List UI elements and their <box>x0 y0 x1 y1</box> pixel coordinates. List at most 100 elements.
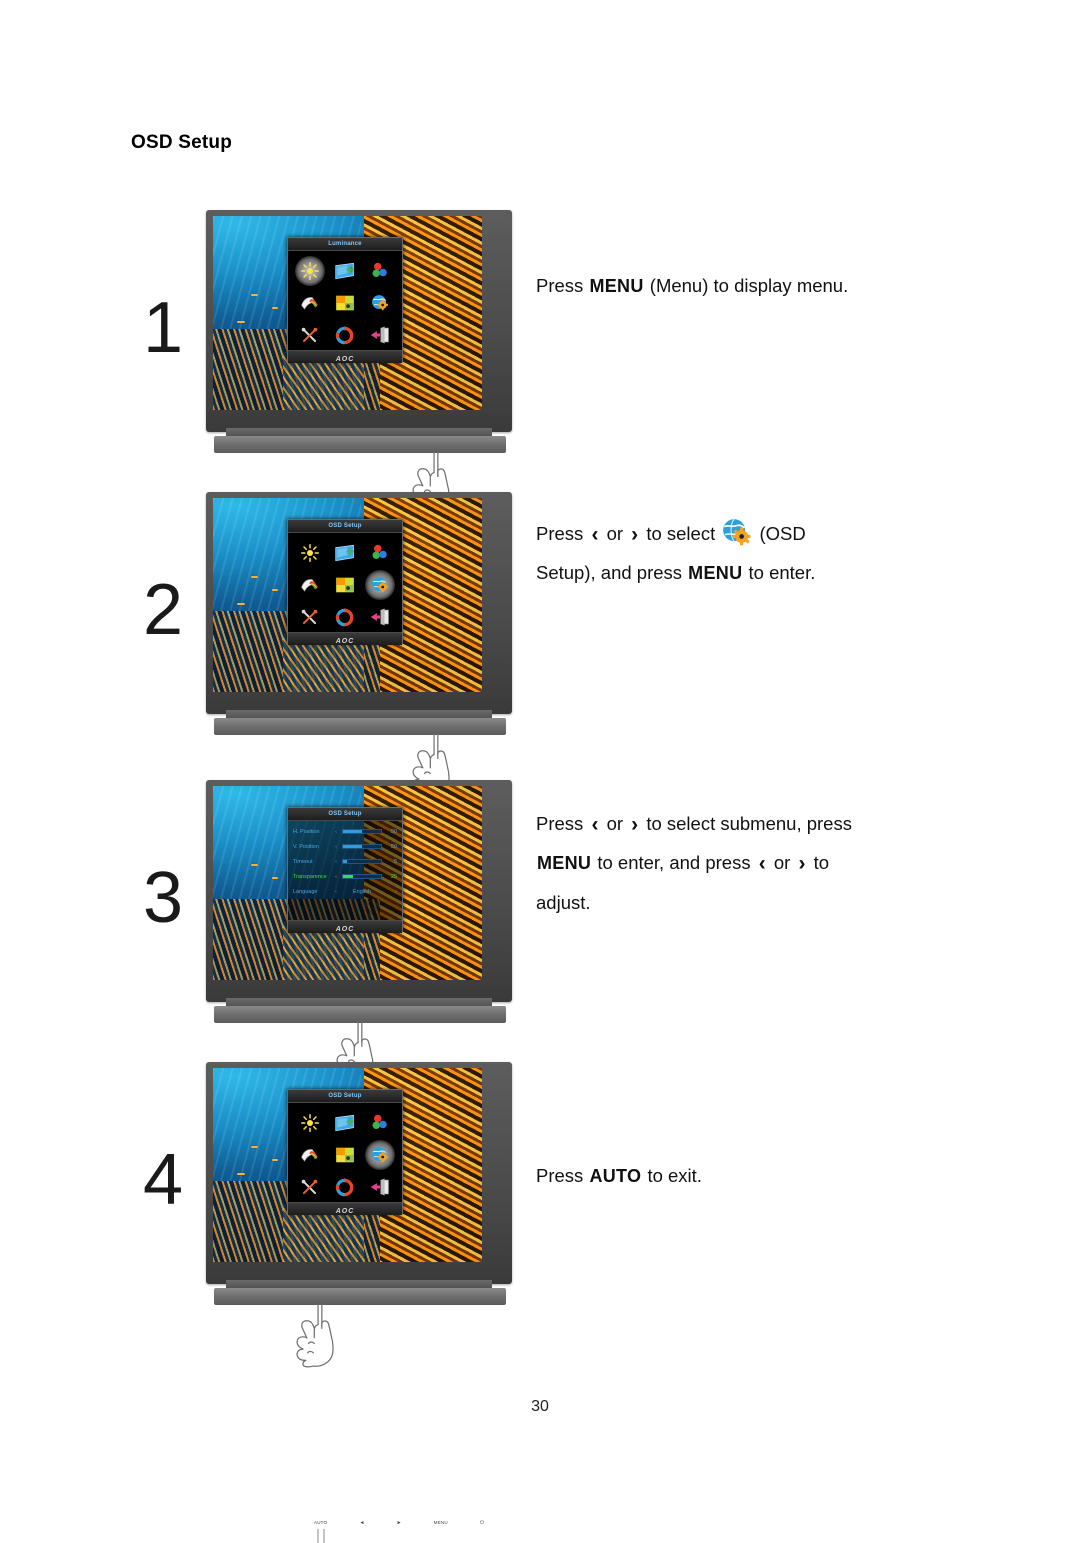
osd-row-timeout[interactable]: Timeout ‹ 5 <box>293 854 397 869</box>
osd-item-exit[interactable] <box>365 320 395 350</box>
osd-item-image-setup[interactable] <box>330 256 360 286</box>
right-arrow-icon: › <box>631 813 639 836</box>
osd-item-luminance[interactable] <box>295 1108 325 1138</box>
osd-item-osd-setup[interactable] <box>365 1140 396 1170</box>
osd-brand-label: AOC <box>335 638 355 645</box>
osd-item-color-setup[interactable] <box>365 1108 395 1138</box>
osd-item-luminance[interactable] <box>294 256 325 286</box>
instruction-text: to <box>813 852 830 873</box>
row-left-arrow[interactable]: ‹ <box>333 829 339 835</box>
monitor-base: AUTO ◄ ► MENU ⏻ <box>214 1288 506 1525</box>
osd-footer: AOC <box>288 920 402 933</box>
osd-item-exit[interactable] <box>365 1172 395 1202</box>
picture-boost-icon <box>300 297 318 310</box>
monitor-bezel: OSD Setup AOC <box>206 1062 512 1284</box>
instruction-text: to select <box>646 523 716 544</box>
right-arrow-icon: › <box>631 523 639 546</box>
row-value: 50 <box>390 843 397 850</box>
osd-row-language[interactable]: Language ‹ English › <box>293 884 397 899</box>
osd-item-reset[interactable] <box>330 320 360 350</box>
row-slider[interactable] <box>342 859 382 864</box>
power-button[interactable]: ⏻ <box>480 1520 484 1526</box>
picture-boost-icon <box>300 579 318 592</box>
osd-item-color-setup[interactable] <box>365 538 395 568</box>
row-slider[interactable] <box>342 844 382 849</box>
osd-item-color-setup[interactable] <box>365 256 395 286</box>
left-arrow-icon: ‹ <box>758 852 766 875</box>
osd-brand-label: AOC <box>335 926 355 933</box>
instruction-text: Press <box>536 813 584 834</box>
osd-item-picture-boost[interactable] <box>295 288 325 318</box>
osd-setup-icon <box>371 1146 388 1162</box>
extra-icon <box>336 295 354 311</box>
osd-item-osd-setup[interactable] <box>365 570 396 600</box>
osd-icon-grid <box>292 537 398 633</box>
auto-keycap: AUTO <box>589 1166 642 1186</box>
osd-item-extra[interactable] <box>330 570 360 600</box>
right-arrow-icon: › <box>798 852 806 875</box>
monitor-screen: OSD Setup H. Position ‹ 50 V. Position ‹ <box>213 786 482 980</box>
monitor-illustration-step-2: OSD Setup AOC <box>206 492 512 955</box>
osd-setup-icon <box>720 518 754 548</box>
auto-button[interactable]: AUTO <box>314 1520 327 1526</box>
osd-item-extra[interactable] <box>330 288 360 318</box>
instruction-text: adjust. <box>536 892 591 913</box>
image-setup-icon <box>335 1114 354 1132</box>
instruction-text: Press <box>536 1165 584 1186</box>
row-label: Language <box>293 888 318 895</box>
osd-item-tools[interactable] <box>295 1172 325 1202</box>
right-button[interactable]: ► <box>397 1520 402 1526</box>
luminance-icon <box>300 544 319 562</box>
tools-icon <box>301 327 318 342</box>
osd-item-tools[interactable] <box>295 320 325 350</box>
osd-body <box>288 1103 402 1202</box>
tools-icon <box>301 1179 318 1194</box>
left-button[interactable]: ◄ <box>359 1520 364 1526</box>
osd-menu: OSD Setup AOC <box>287 1089 403 1215</box>
instruction-text: Press <box>536 523 584 544</box>
row-value: 5 <box>393 858 397 865</box>
osd-item-tools[interactable] <box>295 602 325 632</box>
row-label: H. Position <box>293 828 320 835</box>
row-right-arrow[interactable]: › <box>385 889 397 895</box>
row-left-arrow[interactable]: ‹ <box>333 874 339 880</box>
page-number: 30 <box>531 1398 549 1415</box>
osd-item-exit[interactable] <box>365 602 395 632</box>
step-number: 3 <box>142 858 184 938</box>
osd-row-v-position[interactable]: V. Position ‹ 50 <box>293 839 397 854</box>
row-value: 50 <box>390 828 397 835</box>
osd-title: OSD Setup <box>288 808 402 821</box>
instruction-text: to enter. <box>748 562 816 583</box>
page-title: OSD Setup <box>131 132 233 153</box>
monitor-screen: Luminance AOC <box>213 216 482 410</box>
extra-icon <box>336 577 354 593</box>
osd-item-reset[interactable] <box>330 602 360 632</box>
row-slider[interactable] <box>342 874 382 879</box>
reset-icon <box>336 1177 354 1196</box>
row-slider[interactable] <box>342 829 382 834</box>
row-left-arrow[interactable]: ‹ <box>333 859 339 865</box>
osd-item-picture-boost[interactable] <box>295 1140 325 1170</box>
osd-row-transparence[interactable]: Transparence ‹ 25 <box>293 869 397 884</box>
step-number: 4 <box>142 1140 184 1220</box>
osd-item-extra[interactable] <box>330 1140 360 1170</box>
step-4-instruction: Press AUTO to exit. <box>536 1156 1006 1196</box>
osd-setup-icon <box>371 294 388 310</box>
osd-body <box>288 533 402 632</box>
osd-item-image-setup[interactable] <box>330 1108 360 1138</box>
osd-item-luminance[interactable] <box>295 538 325 568</box>
step-3-instruction: Press ‹ or › to select submenu, press ME… <box>536 804 1006 922</box>
picture-boost-icon <box>300 1149 318 1162</box>
row-left-arrow[interactable]: ‹ <box>333 844 339 850</box>
monitor-screen: OSD Setup AOC <box>213 1068 482 1262</box>
osd-item-image-setup[interactable] <box>330 538 360 568</box>
tools-icon <box>301 609 318 624</box>
osd-item-reset[interactable] <box>330 1172 360 1202</box>
osd-row-h-position[interactable]: H. Position ‹ 50 <box>293 824 397 839</box>
color-setup-icon <box>372 262 388 277</box>
osd-item-osd-setup[interactable] <box>365 288 395 318</box>
osd-item-picture-boost[interactable] <box>295 570 325 600</box>
osd-brand-label: AOC <box>335 1208 355 1215</box>
menu-button[interactable]: MENU <box>434 1520 448 1526</box>
instruction-text: Setup), and press <box>536 562 683 583</box>
